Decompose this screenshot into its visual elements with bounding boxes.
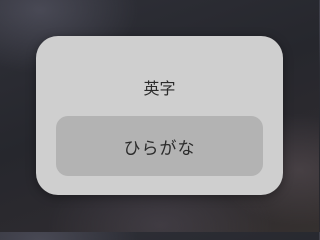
option-label: ひらがな: [123, 138, 196, 159]
input-method-option-hiragana[interactable]: ひらがな: [56, 116, 263, 176]
option-label: 英字: [143, 79, 176, 98]
input-method-option-alphanumeric[interactable]: 英字: [56, 56, 263, 118]
input-method-switcher: 英字 ひらがな: [36, 36, 283, 195]
